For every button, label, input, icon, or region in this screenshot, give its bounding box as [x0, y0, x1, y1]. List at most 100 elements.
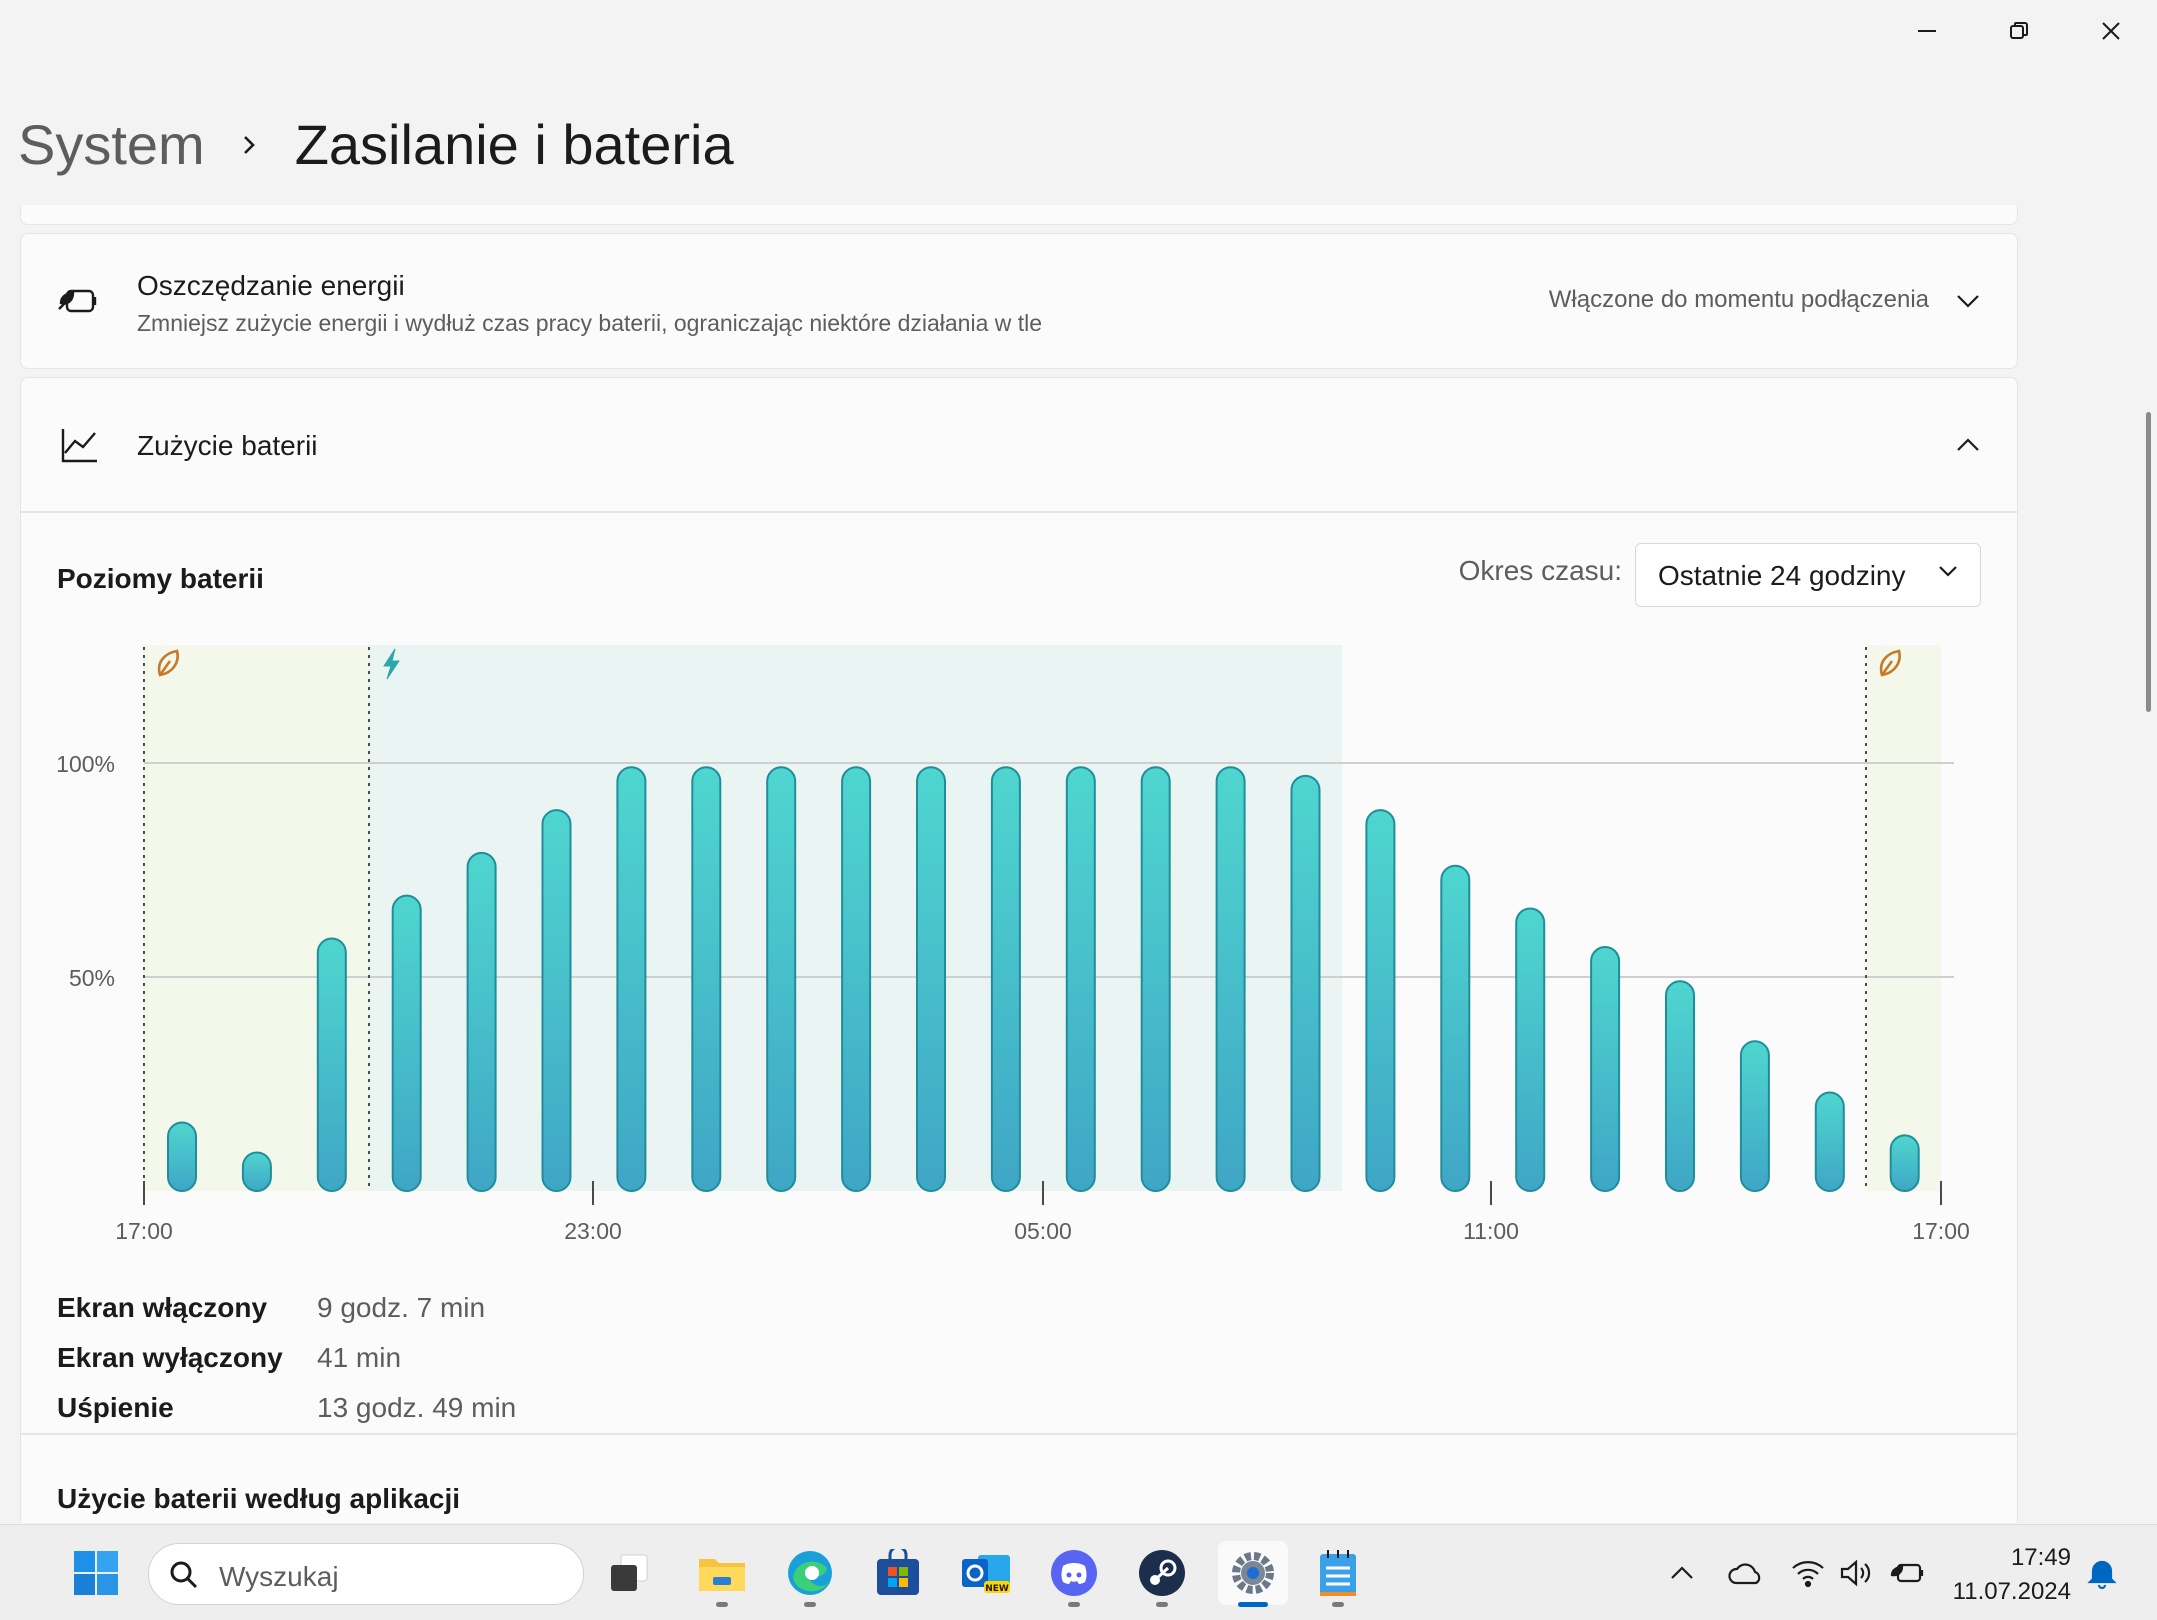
windows-start-icon[interactable]: [64, 1541, 128, 1605]
y-tick-label: 50%: [69, 965, 115, 991]
y-tick-label: 100%: [56, 751, 115, 777]
stat-row: Ekran włączony 9 godz. 7 min: [57, 1283, 516, 1333]
battery-level-bar: [1065, 766, 1096, 1192]
stat-label: Uśpienie: [57, 1392, 174, 1423]
close-button[interactable]: [2065, 0, 2157, 62]
battery-level-bar: [391, 894, 422, 1192]
minimize-icon: [1918, 30, 1936, 32]
x-tick-label: 11:00: [1463, 1218, 1519, 1244]
stat-row: Ekran wyłączony 41 min: [57, 1333, 516, 1383]
steam-icon[interactable]: [1130, 1541, 1194, 1607]
clock[interactable]: 17:49 11.07.2024: [1953, 1541, 2071, 1609]
app-usage-title: Użycie baterii według aplikacji: [57, 1483, 461, 1514]
battery-level-bar: [1515, 907, 1546, 1192]
volume-icon[interactable]: [1836, 1553, 1876, 1593]
close-icon: [2102, 22, 2120, 40]
breadcrumb: System Zasilanie i bateria: [18, 112, 734, 177]
divider: [21, 1433, 2017, 1435]
stat-label: Ekran wyłączony: [57, 1342, 283, 1373]
outlook-new-icon[interactable]: NEW: [954, 1541, 1018, 1605]
stat-value: 41 min: [317, 1342, 402, 1373]
energy-saver-card[interactable]: Oszczędzanie energii Zmniejsz zużycie en…: [20, 233, 2018, 369]
battery-level-bar: [241, 1151, 272, 1192]
battery-level-bar: [1739, 1040, 1770, 1193]
battery-usage-card: Zużycie baterii Poziomy baterii Okres cz…: [20, 377, 2018, 1523]
battery-level-bar: [316, 937, 347, 1193]
running-indicator: [804, 1602, 816, 1607]
stat-label: Ekran włączony: [57, 1292, 268, 1323]
energy-saver-title: Oszczędzanie energii: [137, 270, 405, 301]
onedrive-cloud-icon[interactable]: [1726, 1553, 1766, 1593]
window-controls: [1881, 0, 2157, 62]
minimize-button[interactable]: [1881, 0, 1973, 62]
search-box[interactable]: Wyszukaj: [148, 1543, 584, 1605]
x-tick-label: 23:00: [564, 1218, 622, 1244]
settings-icon[interactable]: [1218, 1541, 1288, 1607]
chevron-down-icon[interactable]: [1953, 286, 1983, 316]
wifi-icon[interactable]: [1788, 1553, 1828, 1593]
taskbar: Wyszukaj NEW 17:49 11.07.2024: [0, 1524, 2157, 1620]
battery-level-bar: [990, 766, 1021, 1192]
battery-usage-header[interactable]: Zużycie baterii: [21, 378, 2017, 513]
store-icon[interactable]: [866, 1541, 930, 1605]
restore-button[interactable]: [1973, 0, 2065, 62]
energy-saver-description: Zmniejsz zużycie energii i wydłuż czas p…: [137, 310, 1043, 336]
battery-level-bar: [916, 766, 946, 1192]
battery-level-bar: [541, 809, 572, 1192]
battery-level-bar: [1140, 766, 1171, 1192]
stat-value: 13 godz. 49 min: [317, 1392, 517, 1423]
scrollbar-thumb[interactable]: [2146, 412, 2151, 712]
battery-level-bar: [1889, 1134, 1920, 1192]
battery-level-bar: [1590, 946, 1621, 1193]
battery-leaf-icon: [57, 279, 101, 323]
show-hidden-icons-chevron-icon[interactable]: [1662, 1553, 1702, 1593]
running-indicator: [1332, 1602, 1344, 1607]
energy-saver-status: Włączone do momentu podłączenia: [1548, 286, 1929, 313]
x-tick-label: 05:00: [1014, 1218, 1072, 1244]
stat-row: Uśpienie 13 godz. 49 min: [57, 1383, 516, 1433]
battery-level-bar: [466, 851, 497, 1192]
svg-text:NEW: NEW: [985, 1584, 1009, 1594]
clock-date: 11.07.2024: [1952, 1578, 2071, 1605]
running-indicator: [1068, 1602, 1080, 1607]
stat-value: 9 godz. 7 min: [317, 1292, 486, 1323]
file-explorer-icon[interactable]: [690, 1541, 754, 1607]
battery-level-bar: [1814, 1091, 1845, 1192]
chevron-up-icon[interactable]: [1953, 430, 1983, 460]
battery-level-bar: [1215, 766, 1246, 1192]
page-title: Zasilanie i bateria: [294, 113, 734, 176]
clock-time: 17:49: [2010, 1544, 2071, 1571]
active-indicator: [1238, 1602, 1268, 1607]
battery-saver-icon[interactable]: [1888, 1553, 1928, 1593]
battery-level-bar: [841, 766, 872, 1192]
breadcrumb-parent[interactable]: System: [18, 112, 205, 177]
usage-stats: Ekran włączony 9 godz. 7 min Ekran wyłąc…: [57, 1283, 516, 1433]
battery-levels-chart: 100% 50% 17:00 23:00 05:00 11:00 17:00: [56, 645, 1970, 1244]
battery-level-bar: [691, 766, 722, 1192]
restore-icon: [2010, 22, 2028, 39]
search-icon: [169, 1560, 199, 1595]
battery-level-bar: [1665, 980, 1695, 1192]
battery-usage-title: Zużycie baterii: [137, 430, 318, 461]
battery-usage-body: Poziomy baterii Okres czasu: Ostatnie 24…: [21, 513, 2017, 1514]
chevron-right-icon: [241, 133, 257, 157]
notepad-icon[interactable]: [1306, 1541, 1370, 1607]
task-view-icon[interactable]: [597, 1541, 661, 1605]
x-tick-label: 17:00: [115, 1218, 173, 1244]
edge-icon[interactable]: [778, 1541, 842, 1607]
previous-card-edge: [20, 205, 2018, 225]
battery-level-bar: [616, 766, 647, 1192]
notification-bell-icon[interactable]: [2082, 1553, 2122, 1593]
battery-level-bar: [1440, 864, 1471, 1192]
search-placeholder: Wyszukaj: [219, 1561, 339, 1592]
settings-content[interactable]: Oszczędzanie energii Zmniejsz zużycie en…: [20, 205, 2020, 1523]
discord-icon[interactable]: [1042, 1541, 1106, 1607]
chart-line-icon: [57, 423, 101, 467]
battery-level-bar: [1365, 809, 1396, 1192]
running-indicator: [1156, 1602, 1168, 1607]
battery-level-bar: [1290, 774, 1321, 1192]
running-indicator: [716, 1602, 728, 1607]
battery-level-bar: [766, 766, 797, 1192]
x-tick-label: 17:00: [1912, 1218, 1970, 1244]
battery-level-bar: [167, 1121, 197, 1193]
